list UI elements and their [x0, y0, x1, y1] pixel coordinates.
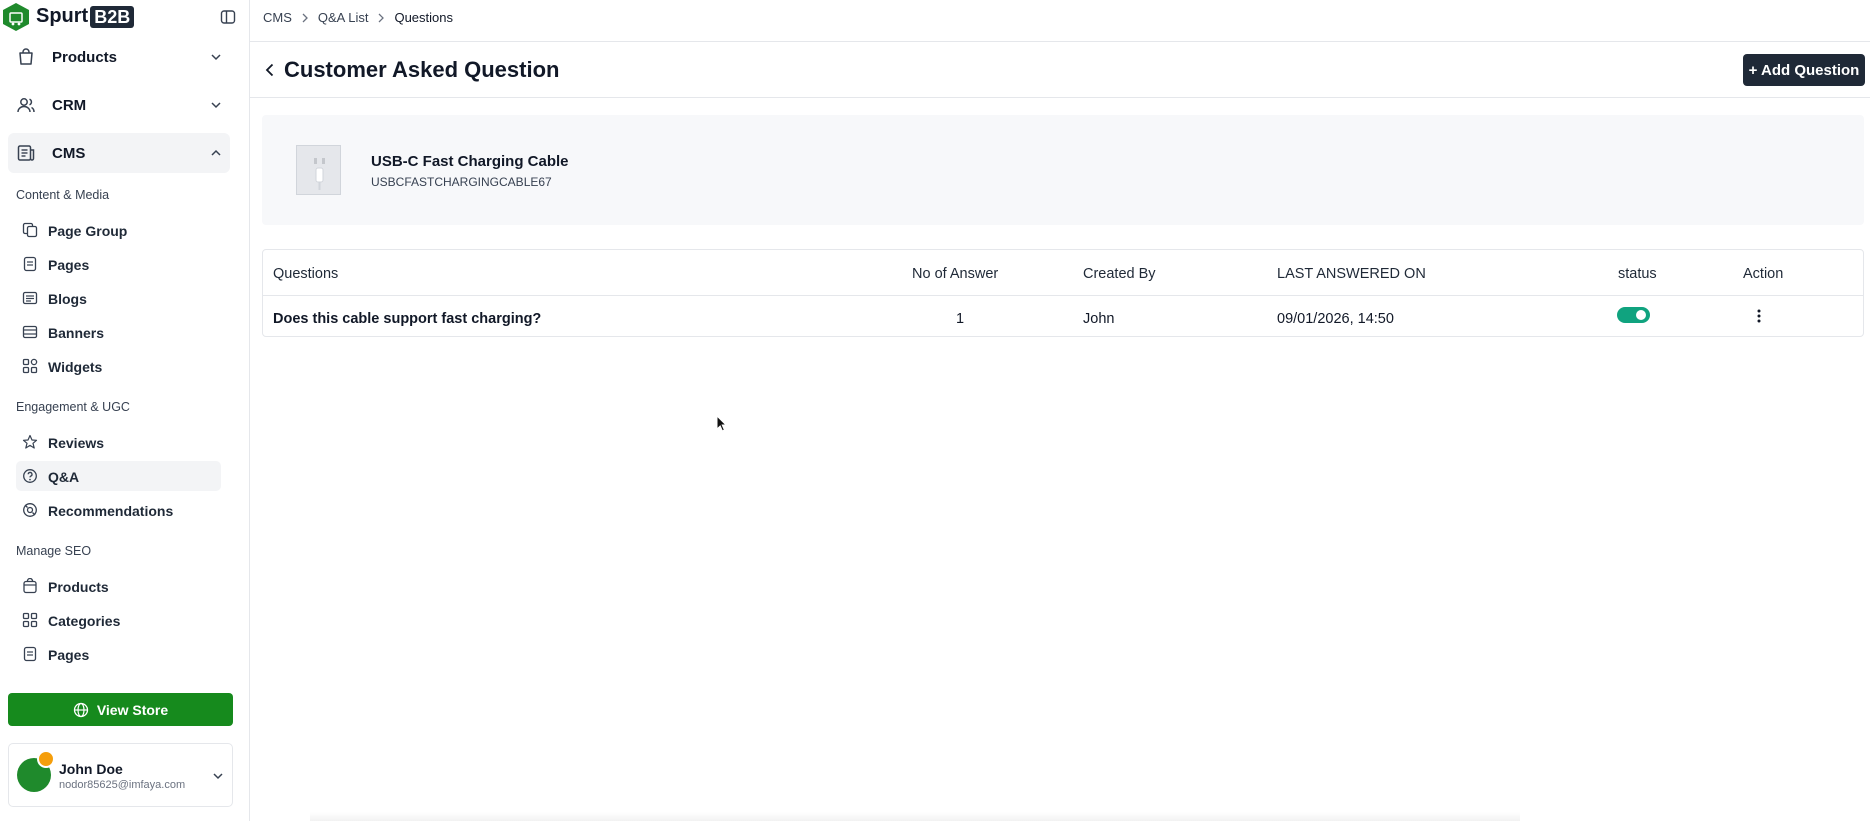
column-header-status: status	[1618, 266, 1657, 282]
sidebar-item-seo-categories[interactable]: Categories	[16, 605, 221, 635]
chevron-down-icon	[213, 773, 223, 780]
chevron-up-icon	[211, 149, 221, 156]
sidebar-item-pages[interactable]: Pages	[16, 249, 221, 279]
star-icon	[22, 434, 38, 449]
column-header-answers: No of Answer	[912, 266, 999, 282]
sidebar-item-widgets[interactable]: Widgets	[16, 351, 221, 381]
sidebar-item-label: Pages	[48, 647, 90, 663]
nav-group-cms[interactable]: CMS	[8, 133, 230, 173]
user-email: nodor85625@imfaya.com	[59, 779, 186, 791]
chevron-right-icon	[379, 13, 385, 22]
breadcrumb: CMS Q&A List Questions	[263, 10, 453, 25]
product-card: USB-C Fast Charging Cable USBCFASTCHARGI…	[262, 115, 1864, 225]
created-by: John	[1083, 311, 1115, 327]
recommendations-icon	[23, 503, 37, 517]
nav-group-products[interactable]: Products	[8, 37, 230, 77]
sidebar-item-label: Products	[48, 579, 109, 595]
sidebar-item-qa[interactable]: Q&A	[16, 461, 221, 491]
user-name: John Doe	[59, 761, 123, 777]
sidebar: Spurt B2B Products CRM CMS Content & Med…	[0, 0, 250, 821]
sidebar-item-label: Categories	[48, 613, 121, 629]
sidebar-item-seo-pages[interactable]: Pages	[16, 639, 221, 669]
sidebar-toggle-icon[interactable]	[220, 9, 236, 25]
nav-section-title: Content & Media	[16, 188, 110, 202]
add-question-button[interactable]: + Add Question	[1743, 54, 1865, 86]
user-menu[interactable]: John Doe nodor85625@imfaya.com	[8, 743, 233, 807]
chevron-down-icon	[211, 54, 221, 61]
answer-count: 1	[956, 311, 965, 327]
column-header-last-answered: LAST ANSWERED ON	[1277, 266, 1426, 282]
sidebar-item-label: Blogs	[48, 291, 87, 307]
product-sku: USBCFASTCHARGINGCABLE67	[371, 175, 552, 189]
logo-text: Spurt	[36, 5, 89, 27]
page-icon	[23, 646, 37, 662]
sidebar-item-label: Banners	[48, 325, 105, 341]
page-title: Customer Asked Question	[284, 57, 560, 82]
nav-section-title: Manage SEO	[16, 544, 92, 558]
last-answered-date: 09/01/2026, 14:50	[1277, 311, 1394, 327]
column-header-action: Action	[1743, 266, 1784, 282]
logo-badge: B2B	[90, 5, 135, 28]
questions-table: Questions No of Answer Created By LAST A…	[262, 249, 1864, 337]
nav-group-label: CMS	[52, 145, 86, 162]
sidebar-item-label: Reviews	[48, 435, 105, 451]
cable-image-icon	[314, 158, 325, 190]
sidebar-item-reviews[interactable]: Reviews	[16, 427, 221, 457]
shopping-bag-icon	[19, 48, 33, 65]
table-header: Questions No of Answer Created By LAST A…	[263, 250, 1863, 296]
back-arrow-icon[interactable]	[262, 62, 278, 78]
nav-group-crm[interactable]: CRM	[8, 85, 230, 125]
mouse-cursor-icon	[716, 415, 728, 432]
breadcrumb-qa-list[interactable]: Q&A List	[318, 10, 369, 25]
view-store-label: View Store	[96, 701, 169, 718]
toggle-knob	[1636, 310, 1646, 320]
sidebar-item-label: Pages	[48, 257, 90, 273]
more-options-icon[interactable]	[1751, 308, 1767, 324]
scroll-shadow	[310, 812, 1520, 821]
chevron-down-icon	[211, 102, 221, 109]
divider	[250, 41, 1870, 42]
package-icon	[23, 578, 37, 594]
sidebar-item-label: Widgets	[48, 359, 103, 375]
sidebar-item-label: Page Group	[48, 223, 128, 239]
sidebar-item-label: Recommendations	[48, 503, 174, 519]
newspaper-icon	[17, 145, 35, 161]
sidebar-item-seo-products[interactable]: Products	[16, 571, 221, 601]
product-name: USB-C Fast Charging Cable	[371, 153, 569, 170]
question-text[interactable]: Does this cable support fast charging?	[273, 311, 541, 327]
breadcrumb-cms[interactable]: CMS	[263, 10, 292, 25]
nav-section-title: Engagement & UGC	[16, 400, 130, 414]
breadcrumb-current: Questions	[394, 10, 454, 25]
blog-icon	[22, 291, 38, 305]
logo[interactable]: Spurt B2B	[0, 0, 250, 34]
globe-icon	[73, 702, 88, 717]
page-group-icon	[22, 222, 38, 238]
sidebar-item-page-group[interactable]: Page Group	[16, 215, 221, 245]
banner-icon	[22, 325, 38, 339]
nav-group-label: Products	[52, 49, 118, 66]
column-header-created-by: Created By	[1083, 266, 1156, 282]
users-icon	[17, 98, 35, 113]
crown-icon	[37, 750, 55, 768]
widgets-icon	[22, 358, 38, 374]
logo-mark-icon	[3, 3, 29, 31]
grid-icon	[22, 612, 38, 628]
view-store-button[interactable]: View Store	[8, 693, 233, 726]
status-toggle[interactable]	[1617, 307, 1650, 323]
nav-group-label: CRM	[52, 97, 87, 114]
sidebar-item-label: Q&A	[48, 469, 80, 485]
question-circle-icon	[23, 469, 37, 483]
chevron-right-icon	[302, 13, 308, 22]
column-header-questions: Questions	[273, 266, 339, 282]
page-icon	[23, 256, 37, 272]
sidebar-item-banners[interactable]: Banners	[16, 317, 221, 347]
product-thumbnail	[296, 145, 341, 195]
sidebar-item-blogs[interactable]: Blogs	[16, 283, 221, 313]
sidebar-item-recommendations[interactable]: Recommendations	[16, 495, 221, 525]
divider	[250, 97, 1870, 98]
